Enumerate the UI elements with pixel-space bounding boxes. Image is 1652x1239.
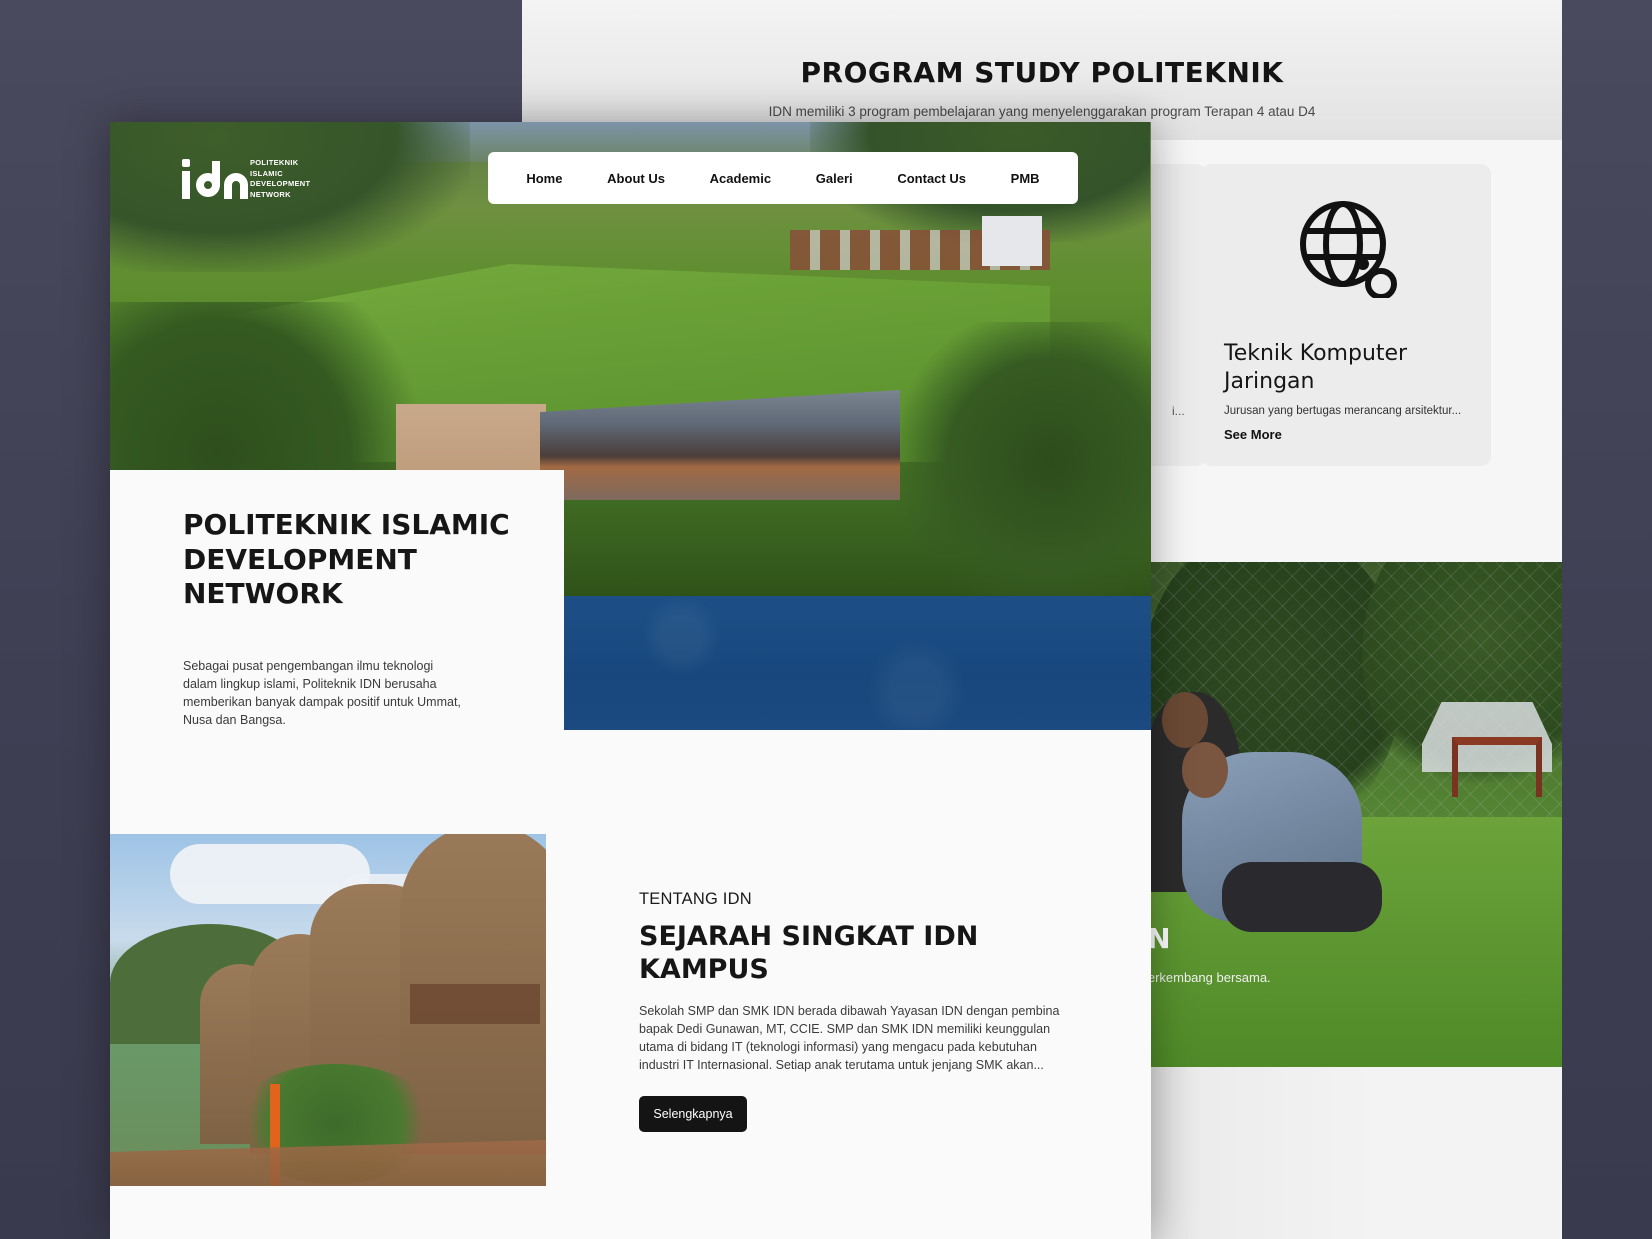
nav-academic[interactable]: Academic [710, 171, 771, 186]
nav-about-us[interactable]: About Us [607, 171, 665, 186]
about-title: SEJARAH SINGKAT IDN KAMPUS [639, 921, 979, 985]
hero-description: Sebagai pusat pengembangan ilmu teknolog… [183, 659, 461, 727]
see-more-link[interactable]: See More [1224, 427, 1282, 442]
program-card-partial-desc: i... [1172, 404, 1185, 418]
program-study-title: PROGRAM STUDY POLITEKNIK [800, 56, 1284, 89]
campus-huts-photo [110, 834, 546, 1186]
program-card-title: Teknik Komputer Jaringan [1224, 341, 1408, 394]
back-bottom-shade [1082, 1067, 1562, 1239]
globe-network-icon [1300, 201, 1397, 298]
hero-title: POLITEKNIK ISLAMIC DEVELOPMENT NETWORK [183, 508, 510, 610]
program-card-tkj[interactable]: Teknik Komputer Jaringan Jurusan yang be… [1201, 164, 1491, 466]
program-card-desc: Jurusan yang bertugas merancang arsitekt… [1224, 405, 1462, 417]
nav-home[interactable]: Home [526, 171, 562, 186]
nav-contact-us[interactable]: Contact Us [897, 171, 966, 186]
logo-wordmark: POLITEKNIK ISLAMIC DEVELOPMENT NETWORK [250, 158, 311, 199]
about-description: Sekolah SMP dan SMK IDN berada dibawah Y… [639, 1004, 1060, 1072]
read-more-button[interactable]: Selengkapnya [639, 1096, 747, 1132]
program-study-subtitle: IDN memiliki 3 program pembelajaran yang… [768, 104, 1316, 119]
nav-galeri[interactable]: Galeri [816, 171, 853, 186]
main-nav: Home About Us Academic Galeri Contact Us… [488, 152, 1078, 204]
hero-blue-overlay [564, 596, 1151, 730]
about-kicker: TENTANG IDN [639, 890, 752, 908]
nav-pmb[interactable]: PMB [1011, 171, 1040, 186]
front-page-preview: POLITEKNIK ISLAMIC DEVELOPMENT NETWORK H… [110, 122, 1151, 1239]
